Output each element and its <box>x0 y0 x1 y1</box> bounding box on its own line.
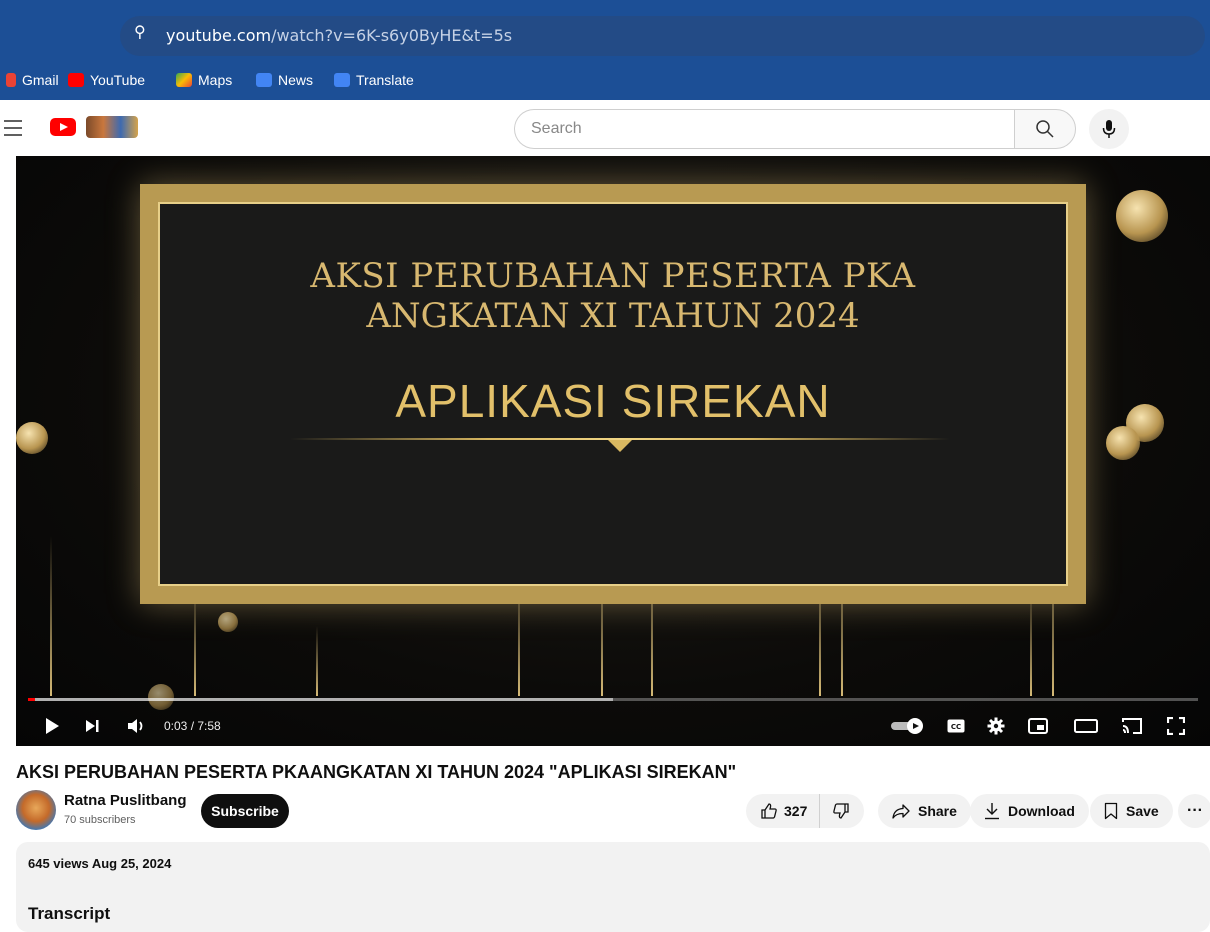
subscribe-button[interactable]: Subscribe <box>201 794 289 828</box>
bookmark-icon <box>1104 802 1118 820</box>
cast-button[interactable] <box>1118 714 1146 738</box>
autoplay-icon <box>891 718 923 734</box>
like-button[interactable]: 327 <box>746 794 821 828</box>
thumbs-down-icon <box>833 803 850 819</box>
bookmark-news[interactable]: News <box>256 70 313 90</box>
bookmark-youtube[interactable]: YouTube <box>68 70 145 90</box>
subscriber-count: 70 subscribers <box>64 814 136 826</box>
cast-icon <box>1122 718 1142 734</box>
youtube-icon <box>68 73 84 87</box>
maps-icon <box>176 73 192 87</box>
title-slide-frame: AKSI PERUBAHAN PESERTA PKA ANGKATAN XI T… <box>140 184 1086 604</box>
slide-heading-line1: AKSI PERUBAHAN PESERTA PKA <box>310 256 916 296</box>
bokeh-light <box>16 422 48 454</box>
share-icon <box>892 804 910 819</box>
play-icon <box>46 718 59 734</box>
next-icon <box>86 720 99 732</box>
settings-button[interactable] <box>982 714 1010 738</box>
fullscreen-icon <box>1167 717 1185 735</box>
fullscreen-button[interactable] <box>1162 714 1190 738</box>
theater-icon <box>1074 719 1098 733</box>
captions-icon: CC <box>947 719 965 733</box>
like-count: 327 <box>784 803 808 819</box>
dislike-button[interactable] <box>820 794 864 828</box>
volume-button[interactable] <box>122 714 150 738</box>
news-icon <box>256 73 272 87</box>
bokeh-light <box>218 612 238 632</box>
site-settings-icon[interactable]: ⚲ <box>134 22 146 42</box>
menu-icon[interactable] <box>4 120 22 141</box>
title-slide-inner: AKSI PERUBAHAN PESERTA PKA ANGKATAN XI T… <box>158 202 1068 586</box>
gear-icon <box>987 717 1005 735</box>
autoplay-toggle[interactable] <box>890 714 926 738</box>
share-button[interactable]: Share <box>878 794 971 828</box>
player-controls: 0:03 / 7:58 CC <box>16 706 1210 746</box>
slide-heading-line2: ANGKATAN XI TAHUN 2024 <box>366 296 860 336</box>
description-box[interactable]: 645 views Aug 25, 2024 Transcript <box>16 842 1210 932</box>
play-button[interactable] <box>38 714 66 738</box>
more-actions-button[interactable]: ··· <box>1178 794 1210 828</box>
captions-button[interactable]: CC <box>942 714 970 738</box>
search-button[interactable] <box>1014 109 1076 149</box>
bookmark-maps[interactable]: Maps <box>176 70 232 90</box>
time-display: 0:03 / 7:58 <box>164 719 221 733</box>
slide-divider-arrow <box>608 440 632 452</box>
save-button[interactable]: Save <box>1090 794 1173 828</box>
view-count-and-date: 645 views Aug 25, 2024 <box>28 856 172 871</box>
progress-bar[interactable] <box>28 698 1198 701</box>
url-text[interactable]: youtube.com/watch?v=6K-s6y0ByHE&t=5s <box>166 26 512 45</box>
miniplayer-button[interactable] <box>1024 714 1052 738</box>
light-ray <box>316 626 318 696</box>
video-title: AKSI PERUBAHAN PESERTA PKAANGKATAN XI TA… <box>16 762 737 782</box>
download-button[interactable]: Download <box>970 794 1089 828</box>
bokeh-light <box>1116 190 1168 242</box>
bokeh-light <box>1106 426 1140 460</box>
like-dislike-group: 327 <box>746 794 865 828</box>
gmail-icon <box>6 73 16 87</box>
microphone-icon <box>1102 120 1116 138</box>
youtube-logo-icon[interactable] <box>50 118 76 136</box>
channel-avatar[interactable] <box>16 790 56 830</box>
video-player[interactable]: AKSI PERUBAHAN PESERTA PKA ANGKATAN XI T… <box>16 156 1210 746</box>
svg-text:CC: CC <box>951 723 961 731</box>
progress-buffered <box>28 698 613 701</box>
miniplayer-icon <box>1028 718 1048 734</box>
channel-name[interactable]: Ratna Puslitbang <box>64 792 187 809</box>
search-icon <box>1036 120 1054 138</box>
bookmark-gmail[interactable]: Gmail <box>6 70 59 90</box>
next-button[interactable] <box>78 714 106 738</box>
translate-icon <box>334 73 350 87</box>
theater-mode-button[interactable] <box>1072 714 1100 738</box>
download-icon <box>985 803 999 820</box>
bookmark-translate[interactable]: Translate <box>334 70 414 90</box>
voice-search-button[interactable] <box>1089 109 1129 149</box>
search-input[interactable]: Search <box>514 109 1014 149</box>
transcript-heading: Transcript <box>28 904 111 923</box>
slide-title: APLIKASI SIREKAN <box>395 375 831 427</box>
progress-played <box>28 698 36 701</box>
light-ray <box>50 536 52 696</box>
volume-icon <box>128 719 143 733</box>
thumbs-up-icon <box>761 803 777 819</box>
youtube-doodle[interactable] <box>86 116 138 138</box>
